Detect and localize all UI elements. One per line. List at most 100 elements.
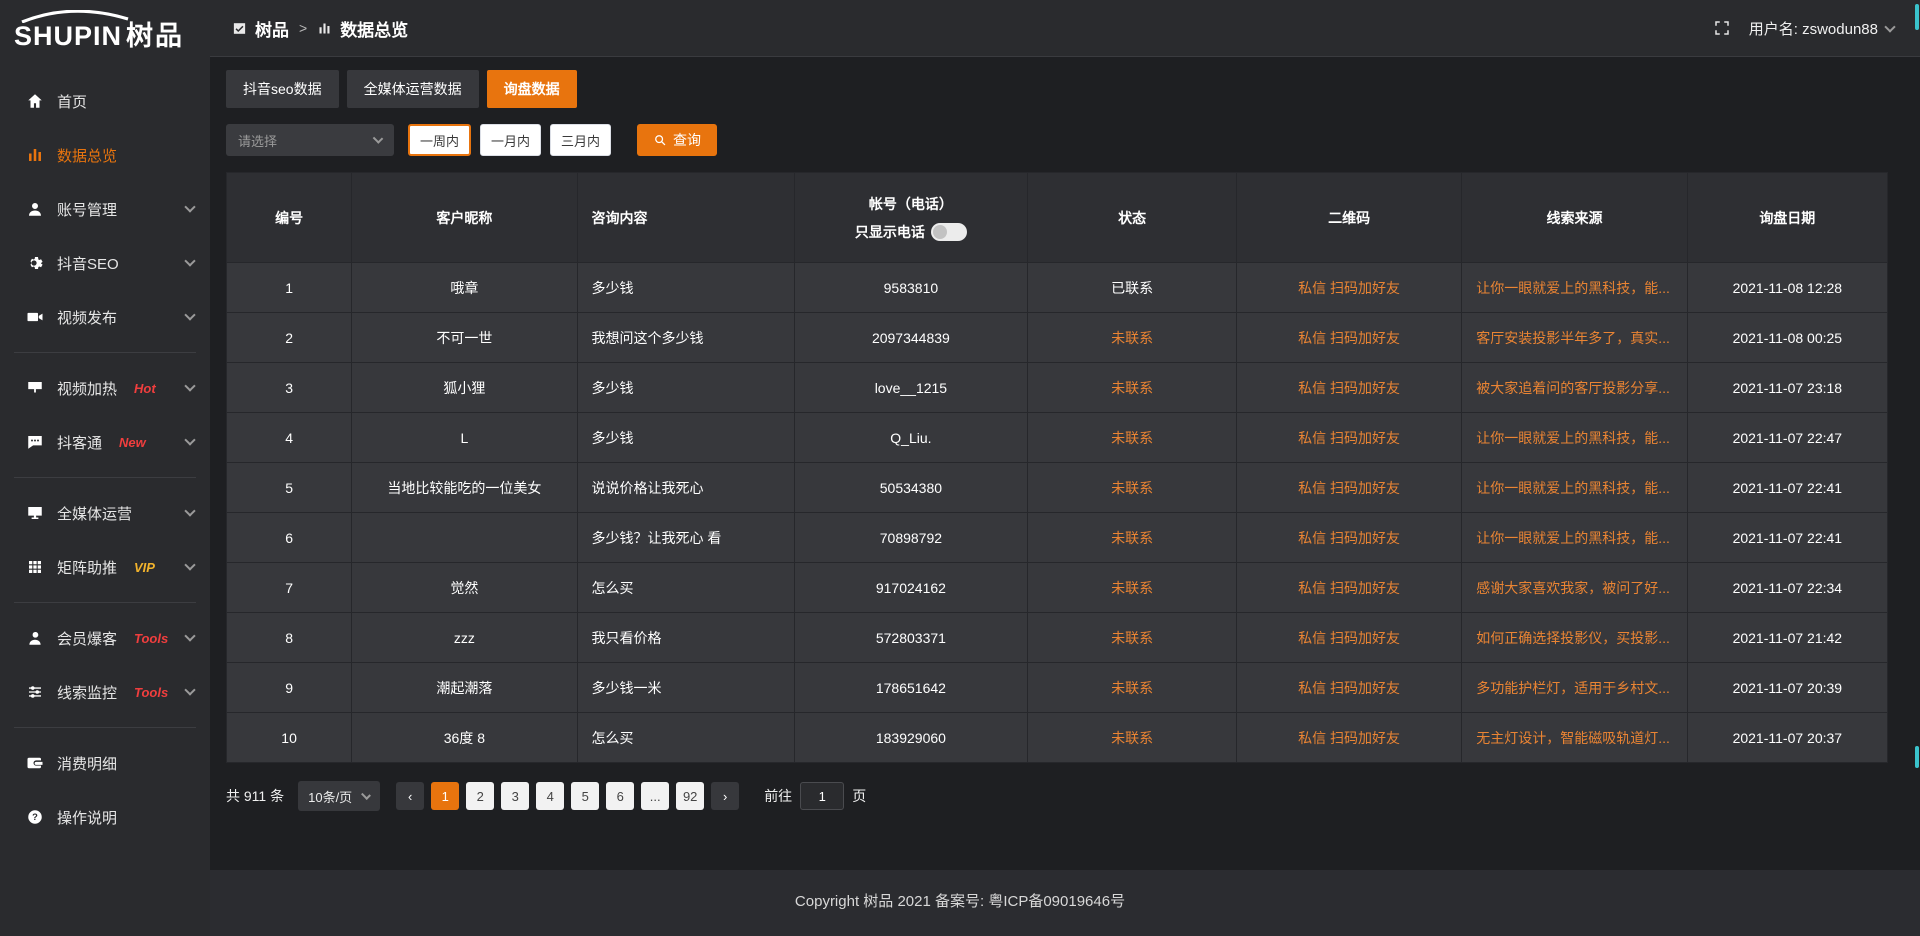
page-button-6[interactable]: 6 — [606, 782, 634, 810]
sidebar-item-3[interactable]: 抖音SEO — [0, 236, 210, 290]
sidebar-item-15[interactable]: 消费明细 — [0, 736, 210, 790]
sidebar-item-badge: Hot — [134, 381, 156, 396]
pagination-pages: 123456...92 — [431, 782, 711, 810]
sidebar-item-13[interactable]: 线索监控 Tools — [0, 665, 210, 719]
period-button-2[interactable]: 三月内 — [550, 124, 611, 156]
sidebar-item-badge: VIP — [134, 560, 155, 575]
source-link[interactable]: 客厅安装投影半年多了，真实... — [1462, 313, 1687, 363]
sidebar-item-4[interactable]: 视频发布 — [0, 290, 210, 344]
source-link[interactable]: 多功能护栏灯，适用于乡村文... — [1462, 663, 1687, 713]
source-link[interactable]: 被大家追着问的客厅投影分享... — [1462, 363, 1687, 413]
sidebar-item-6[interactable]: 视频加热 Hot — [0, 361, 210, 415]
user-menu[interactable]: 用户名: zswodun88 — [1749, 18, 1894, 39]
period-buttons: 一周内一月内三月内 — [408, 124, 611, 156]
next-page-button[interactable]: › — [711, 782, 739, 810]
sidebar-item-7[interactable]: 抖客通 New — [0, 415, 210, 469]
date-cell: 2021-11-08 00:25 — [1687, 313, 1887, 363]
qrcode-link[interactable]: 私信 扫码加好友 — [1236, 263, 1461, 313]
status-text: 未联系 — [1111, 530, 1153, 546]
page-button-5[interactable]: 5 — [571, 782, 599, 810]
goto-page-input[interactable] — [800, 782, 844, 810]
table-row: 2 不可一世 我想问这个多少钱 2097344839 未联系 私信 扫码加好友 … — [227, 313, 1888, 363]
sidebar-item-2[interactable]: 账号管理 — [0, 182, 210, 236]
scrollbar-thumb-mid[interactable] — [1915, 746, 1919, 768]
qrcode-link[interactable]: 私信 扫码加好友 — [1236, 363, 1461, 413]
sidebar-item-label: 首页 — [57, 91, 87, 112]
breadcrumb-current: 数据总览 — [340, 16, 408, 41]
page-ellipsis[interactable]: ... — [641, 782, 669, 810]
page-button-4[interactable]: 4 — [536, 782, 564, 810]
chevron-down-icon — [184, 630, 195, 641]
monitor-icon — [26, 504, 44, 522]
page-button-3[interactable]: 3 — [501, 782, 529, 810]
nickname-cell: 36度 8 — [352, 713, 577, 763]
row-id-cell: 5 — [227, 463, 352, 513]
sidebar-item-label: 线索监控 — [57, 682, 117, 703]
sidebar-item-1[interactable]: 数据总览 — [0, 128, 210, 182]
tab-0[interactable]: 抖音seo数据 — [226, 70, 339, 108]
source-link[interactable]: 让你一眼就爱上的黑科技，能... — [1462, 463, 1687, 513]
app-logo: SHUPIN树品 — [0, 0, 210, 60]
nickname-cell: 狐小狸 — [352, 363, 577, 413]
source-link[interactable]: 感谢大家喜欢我家，被问了好... — [1462, 563, 1687, 613]
sidebar-item-10[interactable]: 矩阵助推 VIP — [0, 540, 210, 594]
breadcrumb-root[interactable]: 树品 — [255, 16, 289, 41]
table-row: 8 zzz 我只看价格 572803371 未联系 私信 扫码加好友 如何正确选… — [227, 613, 1888, 663]
chart-icon — [26, 146, 44, 164]
qrcode-link[interactable]: 私信 扫码加好友 — [1236, 563, 1461, 613]
nickname-cell: 不可一世 — [352, 313, 577, 363]
nickname-cell: 哦章 — [352, 263, 577, 313]
chat-icon — [26, 433, 44, 451]
period-button-1[interactable]: 一月内 — [480, 124, 541, 156]
sidebar-item-9[interactable]: 全媒体运营 — [0, 486, 210, 540]
qrcode-link[interactable]: 私信 扫码加好友 — [1236, 663, 1461, 713]
scrollbar-thumb-top[interactable] — [1915, 4, 1919, 30]
source-link[interactable]: 无主灯设计，智能磁吸轨道灯... — [1462, 713, 1687, 763]
tab-1[interactable]: 全媒体运营数据 — [347, 70, 479, 108]
sidebar-item-12[interactable]: 会员爆客 Tools — [0, 611, 210, 665]
sidebar-divider — [14, 352, 196, 353]
source-link[interactable]: 让你一眼就爱上的黑科技，能... — [1462, 263, 1687, 313]
table-row: 9 潮起潮落 多少钱一米 178651642 未联系 私信 扫码加好友 多功能护… — [227, 663, 1888, 713]
sidebar-item-16[interactable]: 操作说明 — [0, 790, 210, 844]
header-content: 咨询内容 — [577, 173, 794, 263]
account-cell: 572803371 — [794, 613, 1028, 663]
qrcode-link[interactable]: 私信 扫码加好友 — [1236, 463, 1461, 513]
user-icon — [26, 200, 44, 218]
page-button-1[interactable]: 1 — [431, 782, 459, 810]
filter-select[interactable]: 请选择 — [226, 124, 394, 156]
period-button-0[interactable]: 一周内 — [408, 124, 471, 156]
sidebar-divider — [14, 602, 196, 603]
content-cell: 多少钱 — [577, 363, 794, 413]
chevron-down-icon — [184, 434, 195, 445]
page-size-select[interactable]: 10条/页 — [298, 781, 380, 811]
tab-2[interactable]: 询盘数据 — [487, 70, 577, 108]
sidebar-item-0[interactable]: 首页 — [0, 74, 210, 128]
qrcode-link[interactable]: 私信 扫码加好友 — [1236, 413, 1461, 463]
page-button-92[interactable]: 92 — [676, 782, 704, 810]
qrcode-link[interactable]: 私信 扫码加好友 — [1236, 313, 1461, 363]
source-link[interactable]: 让你一眼就爱上的黑科技，能... — [1462, 413, 1687, 463]
nickname-cell: 潮起潮落 — [352, 663, 577, 713]
search-button[interactable]: 查询 — [637, 124, 717, 156]
logo-cn: 树品 — [126, 21, 184, 51]
qrcode-link[interactable]: 私信 扫码加好友 — [1236, 613, 1461, 663]
status-text: 未联系 — [1111, 330, 1153, 346]
qrcode-link[interactable]: 私信 扫码加好友 — [1236, 713, 1461, 763]
sidebar-item-badge: Tools — [134, 685, 168, 700]
sidebar-item-label: 数据总览 — [57, 145, 117, 166]
page-button-2[interactable]: 2 — [466, 782, 494, 810]
chevron-down-icon — [184, 380, 195, 391]
qrcode-link[interactable]: 私信 扫码加好友 — [1236, 513, 1461, 563]
video-icon — [26, 308, 44, 326]
nickname-cell: 觉然 — [352, 563, 577, 613]
status-text: 未联系 — [1111, 430, 1153, 446]
phone-only-toggle[interactable] — [931, 223, 967, 241]
fullscreen-icon[interactable] — [1713, 19, 1731, 37]
prev-page-button[interactable]: ‹ — [396, 782, 424, 810]
account-cell: 50534380 — [794, 463, 1028, 513]
header-account: 帐号（电话） 只显示电话 — [794, 173, 1028, 263]
logo-en: SHUPIN — [14, 21, 122, 51]
source-link[interactable]: 如何正确选择投影仪，买投影... — [1462, 613, 1687, 663]
source-link[interactable]: 让你一眼就爱上的黑科技，能... — [1462, 513, 1687, 563]
